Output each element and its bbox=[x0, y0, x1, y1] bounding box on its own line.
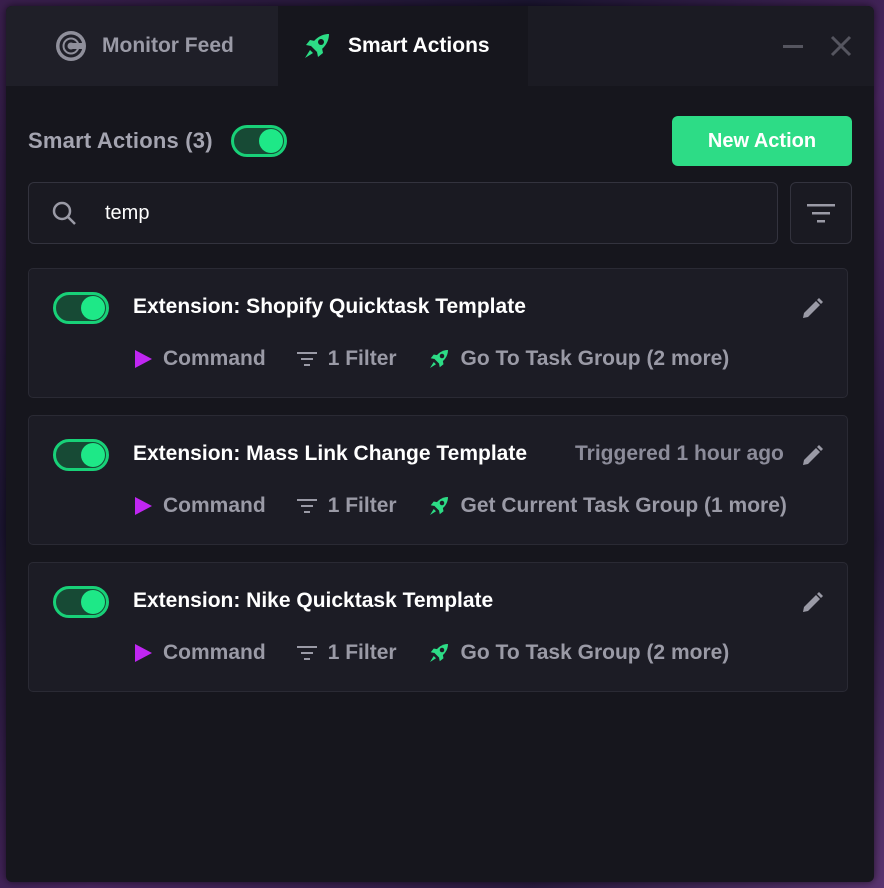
action-title: Extension: Shopify Quicktask Template bbox=[133, 295, 526, 318]
action-meta: Command 1 Filter bbox=[133, 641, 801, 665]
edit-button[interactable] bbox=[799, 296, 825, 322]
toggle-knob bbox=[81, 296, 105, 320]
smart-actions-master-toggle[interactable] bbox=[230, 125, 287, 157]
filter-item: 1 Filter bbox=[296, 641, 397, 665]
filter-count: 1 Filter bbox=[327, 641, 397, 664]
rocket-icon bbox=[429, 644, 448, 662]
close-icon bbox=[830, 35, 852, 57]
actions-list: Extension: Shopify Quicktask Template Co… bbox=[28, 268, 848, 709]
search-box bbox=[28, 182, 778, 244]
pencil-icon bbox=[803, 592, 823, 612]
minimize-button[interactable] bbox=[782, 35, 804, 57]
rocket-icon bbox=[429, 350, 448, 368]
page-title: Smart Actions (3) bbox=[28, 128, 213, 153]
action-toggle[interactable] bbox=[53, 586, 109, 618]
trigger-item: Command bbox=[133, 641, 266, 665]
trigger-item: Command bbox=[133, 494, 266, 518]
play-icon bbox=[135, 350, 152, 368]
result-label: Get Current Task Group (1 more) bbox=[460, 494, 787, 517]
tab-monitor-feed-label: Monitor Feed bbox=[102, 34, 234, 57]
pencil-icon bbox=[803, 445, 823, 465]
rocket-icon bbox=[300, 29, 334, 63]
triggered-status: Triggered 1 hour ago bbox=[575, 442, 784, 465]
action-card[interactable]: Extension: Mass Link Change Template Tri… bbox=[28, 415, 848, 545]
action-meta: Command 1 Filter bbox=[133, 494, 801, 518]
filter-item: 1 Filter bbox=[296, 347, 397, 371]
search-row bbox=[28, 182, 852, 244]
toggle-knob bbox=[81, 590, 105, 614]
tab-smart-actions[interactable]: Smart Actions bbox=[278, 6, 528, 86]
trigger-item: Command bbox=[133, 347, 266, 371]
action-toggle[interactable] bbox=[53, 292, 109, 324]
action-meta: Command 1 Filter bbox=[133, 347, 801, 371]
search-icon bbox=[52, 201, 76, 225]
filter-count: 1 Filter bbox=[327, 494, 397, 517]
window-controls bbox=[782, 6, 874, 86]
pencil-icon bbox=[803, 298, 823, 318]
result-label: Go To Task Group (2 more) bbox=[460, 641, 730, 664]
new-action-button[interactable]: New Action bbox=[672, 116, 852, 166]
result-item: Get Current Task Group (1 more) bbox=[427, 494, 787, 518]
tab-monitor-feed[interactable]: Monitor Feed bbox=[6, 6, 278, 86]
filter-button[interactable] bbox=[790, 182, 852, 244]
smart-actions-header: Smart Actions (3) New Action bbox=[28, 116, 852, 166]
play-icon bbox=[135, 497, 152, 515]
trigger-label: Command bbox=[163, 494, 266, 517]
play-icon bbox=[135, 644, 152, 662]
action-card[interactable]: Extension: Nike Quicktask Template Comma… bbox=[28, 562, 848, 692]
rocket-icon bbox=[429, 497, 448, 515]
filter-lines-icon bbox=[296, 646, 317, 660]
smart-actions-window: Monitor Feed Smart Actions Smart Actions… bbox=[6, 6, 874, 882]
search-input[interactable] bbox=[105, 201, 777, 225]
toggle-knob bbox=[258, 129, 283, 153]
trigger-label: Command bbox=[163, 347, 266, 370]
tab-smart-actions-label: Smart Actions bbox=[348, 34, 490, 57]
action-toggle[interactable] bbox=[53, 439, 109, 471]
filter-count: 1 Filter bbox=[327, 347, 397, 370]
filter-icon bbox=[807, 204, 835, 223]
filter-item: 1 Filter bbox=[296, 494, 397, 518]
toggle-knob bbox=[81, 443, 105, 467]
result-label: Go To Task Group (2 more) bbox=[460, 347, 730, 370]
trigger-label: Command bbox=[163, 641, 266, 664]
filter-lines-icon bbox=[296, 499, 317, 513]
minimize-icon bbox=[783, 45, 803, 48]
action-title: Extension: Nike Quicktask Template bbox=[133, 589, 494, 612]
filter-lines-icon bbox=[296, 352, 317, 366]
title-bar: Monitor Feed Smart Actions bbox=[6, 6, 874, 86]
result-item: Go To Task Group (2 more) bbox=[427, 641, 730, 665]
edit-button[interactable] bbox=[799, 590, 825, 616]
result-item: Go To Task Group (2 more) bbox=[427, 347, 730, 371]
action-title: Extension: Mass Link Change Template bbox=[133, 442, 528, 465]
close-button[interactable] bbox=[830, 35, 852, 57]
monitor-feed-icon bbox=[54, 29, 88, 63]
action-card[interactable]: Extension: Shopify Quicktask Template Co… bbox=[28, 268, 848, 398]
edit-button[interactable] bbox=[799, 443, 825, 469]
